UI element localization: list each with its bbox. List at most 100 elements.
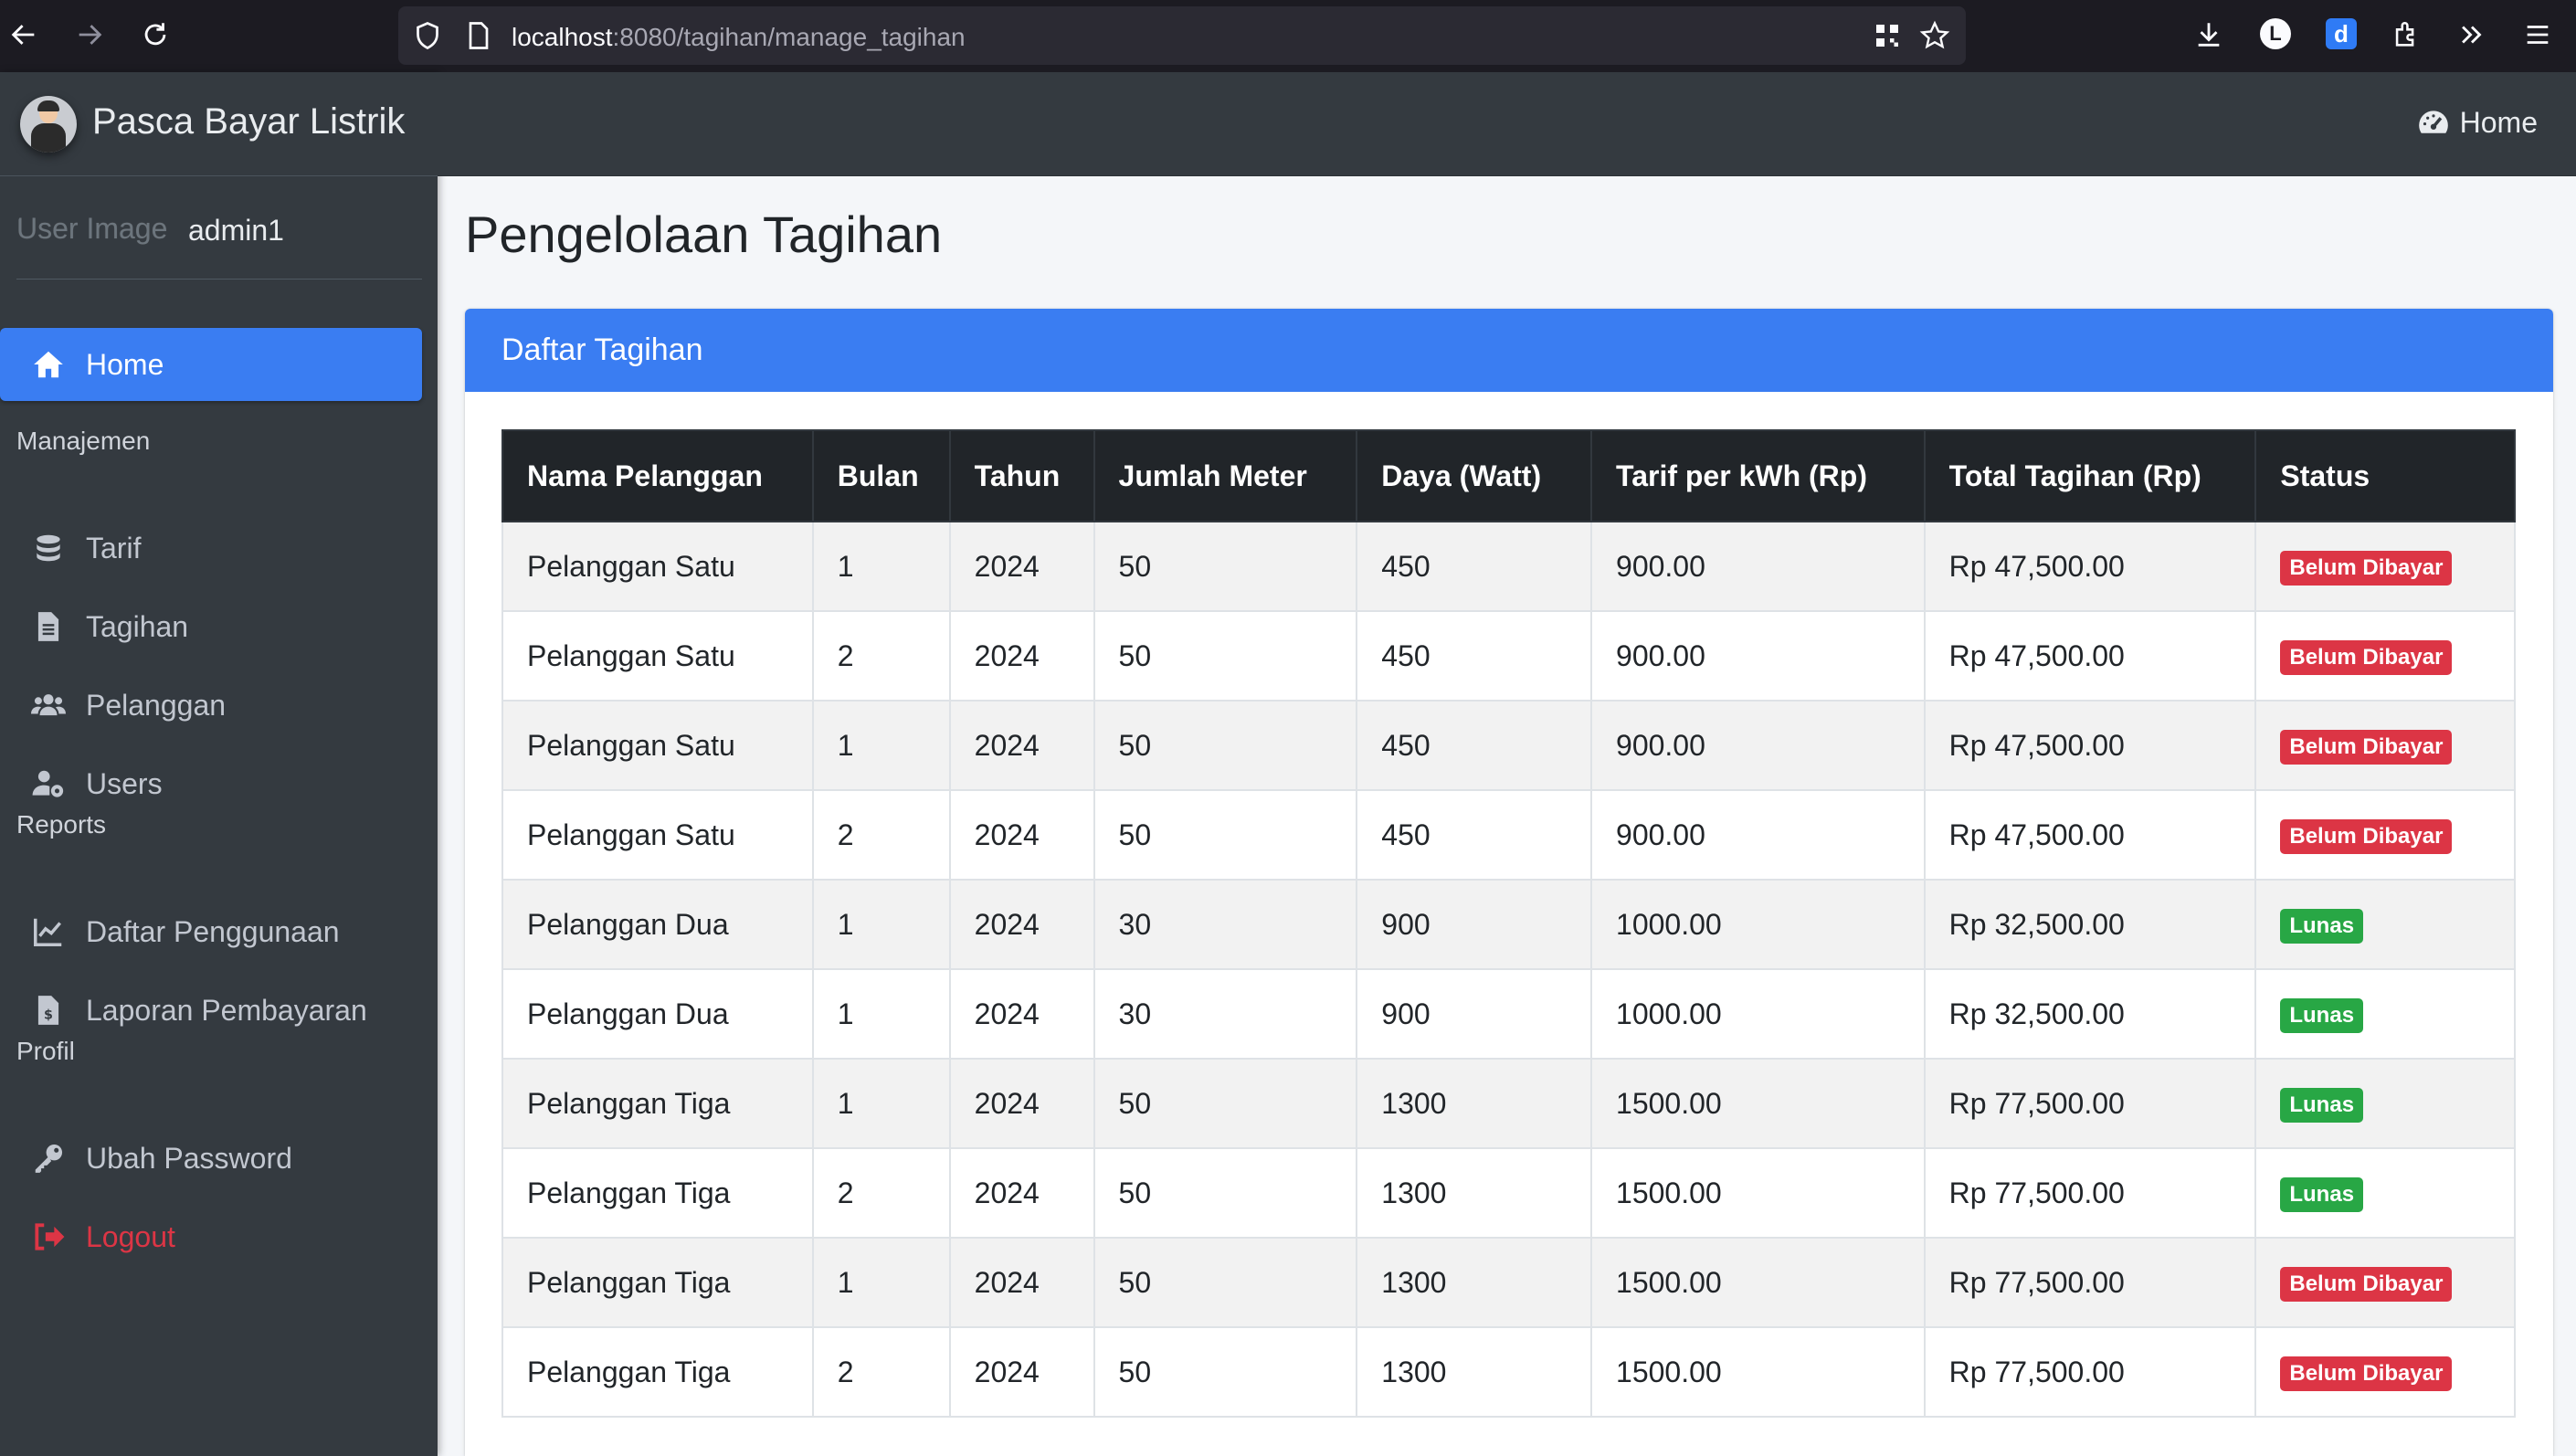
card-title: Daftar Tagihan (501, 332, 703, 367)
table-row: Pelanggan Satu 2 2024 50 450 900.00 Rp 47,500.… (501, 789, 2516, 881)
table-cell: 1500.00 (1590, 1058, 1926, 1149)
column-header: Jumlah Meter (1093, 429, 1358, 522)
card-header: Daftar Tagihan (465, 309, 2553, 392)
page-title: Pengelolaan Tagihan (465, 206, 943, 263)
sidebar-item-home[interactable]: Home (0, 328, 422, 401)
sidebar-item-laporan-pembayaran[interactable]: $ Laporan Pembayaran (0, 974, 422, 1047)
url-text[interactable]: localhost:8080/tagihan/manage_tagihan (512, 23, 966, 52)
file-invoice-icon: $ (29, 991, 68, 1029)
table-cell: 30 (1093, 879, 1358, 970)
table-cell: Pelanggan Tiga (501, 1058, 814, 1149)
status-badge: Lunas (2280, 1176, 2364, 1212)
table-row: Pelanggan Dua 1 2024 30 900 1000.00 Rp 32,500.… (501, 879, 2516, 970)
table-cell: 1500.00 (1590, 1326, 1926, 1418)
qr-code-icon[interactable] (1871, 19, 1904, 52)
status-cell: Belum Dibayar (2254, 1326, 2516, 1418)
table-cell: Rp 32,500.00 (1923, 968, 2257, 1060)
reload-icon[interactable] (137, 16, 174, 53)
status-badge: Belum Dibayar (2280, 729, 2453, 765)
table-row: Pelanggan Tiga 2 2024 50 1300 1500.00 Rp 77,50… (501, 1147, 2516, 1239)
user-avatar: User Image (16, 212, 168, 245)
extension-d-icon[interactable]: d (2326, 18, 2357, 49)
table-cell: 1300 (1356, 1147, 1593, 1239)
table-cell: 2024 (948, 1237, 1095, 1328)
table-cell: Pelanggan Tiga (501, 1326, 814, 1418)
status-cell: Belum Dibayar (2254, 1237, 2516, 1328)
sidebar-item-logout[interactable]: Logout (0, 1200, 422, 1273)
status-badge: Belum Dibayar (2280, 550, 2453, 586)
table-cell: 1500.00 (1590, 1237, 1926, 1328)
table-row: Pelanggan Satu 1 2024 50 450 900.00 Rp 47,500.… (501, 521, 2516, 612)
table-cell: 900 (1356, 879, 1593, 970)
sidebar-item-label: Daftar Penggunaan (86, 914, 340, 948)
back-arrow-icon[interactable] (5, 16, 42, 53)
tagihan-card: Daftar Tagihan Nama Pelanggan Bulan Tahun J… (465, 309, 2553, 1456)
column-header: Bulan (811, 429, 951, 522)
sidebar-item-label: Pelanggan (86, 688, 227, 722)
table-cell: Rp 47,500.00 (1923, 521, 2257, 612)
column-header: Tarif per kWh (Rp) (1590, 429, 1926, 522)
table-row: Pelanggan Tiga 2 2024 50 1300 1500.00 Rp 77,50… (501, 1326, 2516, 1418)
navbar-home-link[interactable]: Home (2416, 105, 2538, 140)
users-icon (29, 686, 68, 724)
table-cell: 1000.00 (1590, 968, 1926, 1060)
status-cell: Belum Dibayar (2254, 521, 2516, 612)
table-cell: Pelanggan Satu (501, 521, 814, 612)
sidebar-item-label: Logout (86, 1219, 175, 1253)
table-cell: 2 (811, 789, 951, 881)
brand-text: Pasca Bayar Listrik (92, 101, 406, 142)
table-cell: 50 (1093, 1058, 1358, 1149)
sidebar-item-users[interactable]: Users (0, 747, 422, 820)
table-cell: 450 (1356, 700, 1593, 791)
column-header: Tahun (948, 429, 1095, 522)
table-cell: Pelanggan Tiga (501, 1147, 814, 1239)
overflow-chevrons-icon[interactable] (2454, 16, 2490, 53)
extension-l-icon[interactable]: L (2260, 18, 2291, 49)
column-header: Total Tagihan (Rp) (1923, 429, 2257, 522)
sidebar-item-label: Tagihan (86, 609, 189, 643)
user-cog-icon (29, 765, 68, 803)
table-row: Pelanggan Tiga 1 2024 50 1300 1500.00 Rp 77,50… (501, 1058, 2516, 1149)
status-badge: Belum Dibayar (2280, 1266, 2453, 1302)
sidebar-item-label: Users (86, 766, 163, 800)
brand-link[interactable]: Pasca Bayar Listrik (0, 72, 438, 176)
bookmark-star-icon[interactable] (1918, 19, 1951, 52)
forward-arrow-icon[interactable] (71, 16, 108, 53)
table-cell: Rp 32,500.00 (1923, 879, 2257, 970)
nav-header-profil: Profil (16, 1037, 75, 1065)
sidebar-item-tagihan[interactable]: Tagihan (0, 590, 422, 663)
status-cell: Belum Dibayar (2254, 610, 2516, 702)
sidebar-item-daftar-penggunaan[interactable]: Daftar Penggunaan (0, 895, 422, 968)
table-header-row: Nama Pelanggan Bulan Tahun Jumlah Meter Daya… (501, 429, 2516, 522)
coins-icon (29, 529, 68, 567)
table-cell: 2024 (948, 1147, 1095, 1239)
status-cell: Lunas (2254, 1147, 2516, 1239)
table-cell: 900.00 (1590, 610, 1926, 702)
download-icon[interactable] (2191, 16, 2227, 53)
table-cell: Rp 47,500.00 (1923, 610, 2257, 702)
menu-hamburger-icon[interactable] (2519, 16, 2556, 53)
sidebar-item-pelanggan[interactable]: Pelanggan (0, 669, 422, 742)
table-cell: 1 (811, 521, 951, 612)
navbar-home-label: Home (2459, 105, 2538, 139)
table-cell: 1500.00 (1590, 1147, 1926, 1239)
shield-icon[interactable] (411, 19, 444, 52)
table-cell: 2024 (948, 879, 1095, 970)
table-cell: 1300 (1356, 1058, 1593, 1149)
table-cell: 2 (811, 610, 951, 702)
user-name[interactable]: admin1 (188, 214, 284, 248)
table-cell: 50 (1093, 789, 1358, 881)
address-bar[interactable]: localhost:8080/tagihan/manage_tagihan (398, 6, 1966, 65)
table-cell: 1300 (1356, 1237, 1593, 1328)
table-cell: Pelanggan Satu (501, 700, 814, 791)
table-cell: Rp 47,500.00 (1923, 789, 2257, 881)
extensions-puzzle-icon[interactable] (2388, 16, 2424, 53)
table-row: Pelanggan Satu 2 2024 50 450 900.00 Rp 47,500.… (501, 610, 2516, 702)
sidebar-item-tarif[interactable]: Tarif (0, 512, 422, 585)
table-cell: 2 (811, 1326, 951, 1418)
table-cell: 1000.00 (1590, 879, 1926, 970)
table-cell: Rp 77,500.00 (1923, 1147, 2257, 1239)
table-cell: 900 (1356, 968, 1593, 1060)
sidebar-item-ubah-password[interactable]: Ubah Password (0, 1122, 422, 1195)
table-cell: 900.00 (1590, 700, 1926, 791)
